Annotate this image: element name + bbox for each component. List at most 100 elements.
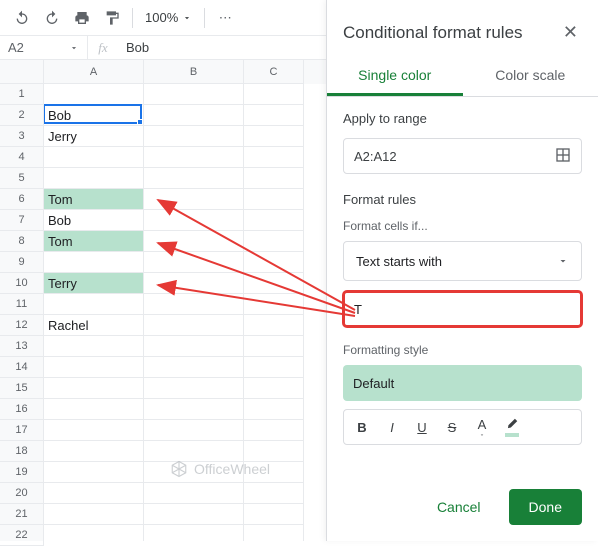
select-all-corner[interactable] (0, 60, 44, 84)
cell[interactable] (244, 252, 304, 273)
cell[interactable] (144, 420, 244, 441)
cell[interactable] (144, 147, 244, 168)
col-header-a[interactable]: A (44, 60, 144, 84)
row-header[interactable]: 11 (0, 294, 44, 315)
cell[interactable]: Tom (44, 231, 144, 252)
cell[interactable] (144, 105, 244, 126)
row-header[interactable]: 21 (0, 504, 44, 525)
cell[interactable] (244, 294, 304, 315)
redo-button[interactable] (38, 4, 66, 32)
cell[interactable] (44, 252, 144, 273)
cell[interactable] (144, 273, 244, 294)
cell[interactable] (244, 420, 304, 441)
done-button[interactable]: Done (509, 489, 582, 525)
row-header[interactable]: 12 (0, 315, 44, 336)
cell[interactable] (144, 210, 244, 231)
underline-button[interactable]: U (408, 413, 436, 441)
row-header[interactable]: 4 (0, 147, 44, 168)
print-button[interactable] (68, 4, 96, 32)
cell[interactable] (144, 378, 244, 399)
cell[interactable] (44, 168, 144, 189)
cell[interactable] (144, 252, 244, 273)
cell[interactable] (44, 525, 144, 541)
row-header[interactable]: 18 (0, 441, 44, 462)
cell[interactable] (244, 231, 304, 252)
fill-color-button[interactable] (498, 413, 526, 441)
range-input[interactable]: A2:A12 (343, 138, 582, 174)
cancel-button[interactable]: Cancel (417, 489, 501, 525)
row-header[interactable]: 14 (0, 357, 44, 378)
row-header[interactable]: 20 (0, 483, 44, 504)
cell[interactable] (44, 420, 144, 441)
cell[interactable] (44, 399, 144, 420)
cell[interactable] (44, 147, 144, 168)
cell[interactable] (144, 294, 244, 315)
cell[interactable] (144, 441, 244, 462)
cell[interactable] (144, 336, 244, 357)
row-header[interactable]: 17 (0, 420, 44, 441)
tab-color-scale[interactable]: Color scale (463, 57, 598, 96)
cell[interactable] (144, 126, 244, 147)
cell[interactable] (244, 441, 304, 462)
row-header[interactable]: 19 (0, 462, 44, 483)
cell[interactable] (244, 504, 304, 525)
cell[interactable] (244, 357, 304, 378)
cell[interactable]: Bob (44, 210, 144, 231)
cell[interactable] (244, 273, 304, 294)
cell[interactable] (44, 294, 144, 315)
style-preview[interactable]: Default (343, 365, 582, 401)
row-header[interactable]: 6 (0, 189, 44, 210)
row-header[interactable]: 22 (0, 525, 44, 546)
cell[interactable] (44, 378, 144, 399)
cell[interactable]: Tom (44, 189, 144, 210)
cell[interactable] (244, 168, 304, 189)
cell[interactable] (44, 504, 144, 525)
cell[interactable] (244, 315, 304, 336)
zoom-select[interactable]: 100% (139, 4, 198, 32)
cell[interactable] (144, 399, 244, 420)
cell[interactable] (144, 189, 244, 210)
cell[interactable]: Jerry (44, 126, 144, 147)
cell[interactable] (144, 483, 244, 504)
cell[interactable]: Bob (44, 105, 144, 126)
cell[interactable] (144, 84, 244, 105)
select-range-icon[interactable] (555, 147, 571, 166)
text-color-button[interactable]: A (468, 413, 496, 441)
cell[interactable] (244, 126, 304, 147)
col-header-c[interactable]: C (244, 60, 304, 84)
cell[interactable] (244, 147, 304, 168)
cell[interactable] (244, 189, 304, 210)
row-header[interactable]: 10 (0, 273, 44, 294)
cell[interactable] (144, 231, 244, 252)
italic-button[interactable]: I (378, 413, 406, 441)
row-header[interactable]: 9 (0, 252, 44, 273)
row-header[interactable]: 3 (0, 126, 44, 147)
cell[interactable] (44, 441, 144, 462)
cell[interactable] (44, 483, 144, 504)
cell[interactable] (144, 357, 244, 378)
cell[interactable] (244, 483, 304, 504)
condition-value-input[interactable]: T (343, 291, 582, 327)
more-button[interactable]: ⋯ (211, 4, 239, 32)
row-header[interactable]: 8 (0, 231, 44, 252)
tab-single-color[interactable]: Single color (327, 57, 463, 96)
cell[interactable] (44, 84, 144, 105)
cell[interactable]: Terry (44, 273, 144, 294)
cell[interactable] (244, 462, 304, 483)
cell[interactable] (44, 357, 144, 378)
name-box[interactable]: A2 (0, 36, 88, 59)
cell[interactable] (244, 84, 304, 105)
cell[interactable] (144, 315, 244, 336)
strike-button[interactable]: S (438, 413, 466, 441)
cell[interactable] (144, 462, 244, 483)
cell[interactable] (244, 525, 304, 541)
row-header[interactable]: 1 (0, 84, 44, 105)
cell[interactable] (44, 336, 144, 357)
cell[interactable] (144, 504, 244, 525)
row-header[interactable]: 5 (0, 168, 44, 189)
row-header[interactable]: 2 (0, 105, 44, 126)
cell[interactable] (244, 105, 304, 126)
close-icon[interactable]: ✕ (559, 18, 582, 47)
col-header-b[interactable]: B (144, 60, 244, 84)
cell[interactable] (44, 462, 144, 483)
